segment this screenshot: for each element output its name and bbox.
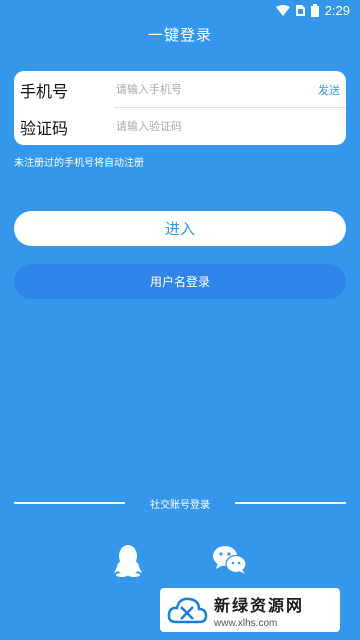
sim-icon <box>295 4 305 16</box>
watermark-logo: 新绿资源网 www.xlhs.com <box>160 588 340 632</box>
login-form-card: 手机号 发送 验证码 <box>14 71 346 145</box>
qq-icon[interactable] <box>110 542 146 578</box>
code-label: 验证码 <box>20 118 69 138</box>
watermark-name: 新绿资源网 <box>214 595 305 615</box>
username-login-button[interactable]: 用户名登录 <box>14 264 346 299</box>
battery-icon <box>310 3 319 17</box>
enter-button[interactable]: 进入 <box>14 211 346 246</box>
wifi-icon <box>275 4 290 16</box>
page-title: 一键登录 <box>147 26 212 44</box>
watermark-url: www.xlhs.com <box>214 617 278 629</box>
social-divider-right <box>235 502 346 504</box>
watermark-cloud-icon <box>167 597 208 624</box>
phone-input[interactable] <box>116 75 316 104</box>
status-time: 2:29 <box>324 2 350 18</box>
social-divider-left <box>14 502 125 504</box>
phone-row: 手机号 发送 <box>14 71 346 108</box>
auto-register-hint: 未注册过的手机号将自动注册 <box>14 158 144 169</box>
wechat-icon[interactable] <box>212 542 248 578</box>
phone-label: 手机号 <box>20 81 69 101</box>
send-code-button[interactable]: 发送 <box>318 82 340 98</box>
social-login-title: 社交账号登录 <box>150 500 210 511</box>
status-bar: 2:29 <box>0 0 360 20</box>
code-input[interactable] <box>116 112 316 141</box>
code-row: 验证码 <box>14 108 346 145</box>
